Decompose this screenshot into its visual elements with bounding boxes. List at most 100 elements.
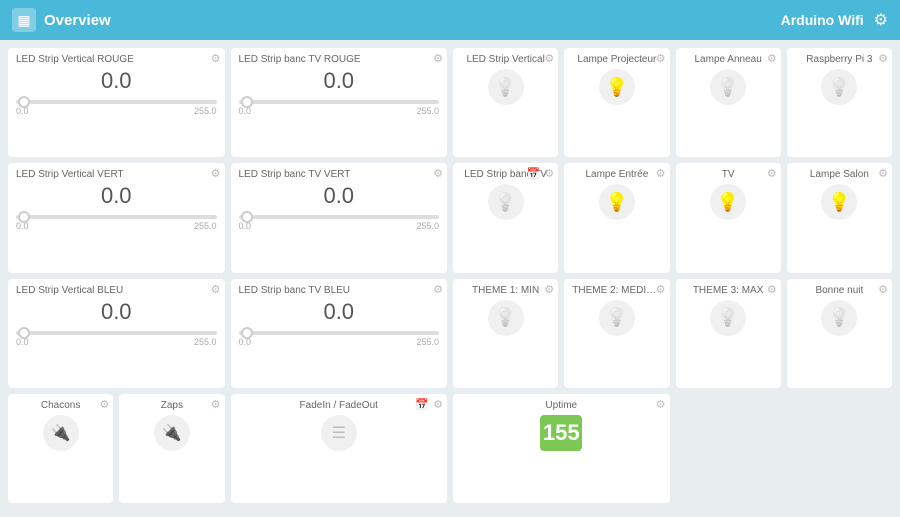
card-led-rouge: ⚙ LED Strip Vertical ROUGE 0.0 0.0 255.0 bbox=[8, 48, 225, 157]
lamp-button[interactable]: 💡 bbox=[599, 184, 635, 220]
card-led-banc-tv: 📅 ⚙ LED Strip banc TV 💡 bbox=[453, 163, 558, 272]
zaps-button[interactable]: 🔌 bbox=[154, 415, 190, 451]
gear-icon[interactable]: ⚙ bbox=[767, 167, 777, 180]
gear-icon[interactable]: ⚙ bbox=[544, 167, 554, 180]
card-led-bleu: ⚙ LED Strip Vertical BLEU 0.0 0.0 255.0 bbox=[8, 279, 225, 388]
lamp-button[interactable]: 💡 bbox=[821, 69, 857, 105]
header-title: Overview bbox=[44, 12, 111, 29]
gear-icon[interactable]: ⚙ bbox=[211, 283, 221, 296]
calendar-icon[interactable]: 📅 bbox=[415, 398, 429, 411]
slider-track[interactable] bbox=[239, 100, 440, 104]
calendar-icon[interactable]: 📅 bbox=[527, 167, 541, 180]
card-zaps: ⚙ Zaps 🔌 bbox=[119, 394, 224, 503]
slider-labels: 0.0 255.0 bbox=[16, 106, 217, 116]
lamp-button[interactable]: 💡 bbox=[821, 184, 857, 220]
gear-icon[interactable]: ⚙ bbox=[433, 167, 443, 180]
bulb-icon: 💡 bbox=[828, 192, 850, 213]
slider-labels: 0.0 255.0 bbox=[16, 337, 217, 347]
slider-max: 255.0 bbox=[194, 106, 217, 116]
main-grid: ⚙ LED Strip Vertical ROUGE 0.0 0.0 255.0… bbox=[0, 40, 900, 517]
card-title: LED Strip banc TV ROUGE bbox=[239, 54, 361, 66]
gear-icon[interactable]: ⚙ bbox=[767, 52, 777, 65]
gear-icon[interactable]: ⚙ bbox=[544, 283, 554, 296]
gear-icon[interactable]: ⚙ bbox=[656, 167, 666, 180]
lamp-button[interactable]: 💡 bbox=[488, 69, 524, 105]
gear-icon[interactable]: ⚙ bbox=[211, 52, 221, 65]
card-title: Uptime bbox=[461, 400, 662, 411]
slider-track[interactable] bbox=[16, 331, 217, 335]
card-tv: ⚙ TV 💡 bbox=[676, 163, 781, 272]
chacons-button[interactable]: 🔌 bbox=[43, 415, 79, 451]
slider-max: 255.0 bbox=[194, 221, 217, 231]
card-chacons: ⚙ Chacons 🔌 bbox=[8, 394, 113, 503]
card-bonne-nuit: ⚙ Bonne nuit 💡 bbox=[787, 279, 892, 388]
slider-thumb[interactable] bbox=[241, 96, 253, 108]
slider-labels: 0.0 255.0 bbox=[239, 337, 440, 347]
lamp-button[interactable]: 💡 bbox=[710, 69, 746, 105]
card-raspi3: ⚙ Raspberry Pi 3 💡 bbox=[787, 48, 892, 157]
gear-icon[interactable]: ⚙ bbox=[878, 167, 888, 180]
lamp-button[interactable]: 💡 bbox=[710, 300, 746, 336]
uptime-value: 155 bbox=[540, 415, 582, 451]
gear-icon[interactable]: ⚙ bbox=[878, 52, 888, 65]
lamp-button[interactable]: 💡 bbox=[599, 69, 635, 105]
gear-icon[interactable]: ⚙ bbox=[656, 283, 666, 296]
card-title: Lampe Projecteur bbox=[572, 54, 661, 65]
lamp-button[interactable]: 💡 bbox=[488, 184, 524, 220]
fadein-button[interactable]: ☰ bbox=[321, 415, 357, 451]
gear-icon[interactable]: ⚙ bbox=[767, 283, 777, 296]
gear-icon[interactable]: ⚙ bbox=[433, 52, 443, 65]
gear-icon[interactable]: ⚙ bbox=[99, 398, 109, 411]
slider-thumb[interactable] bbox=[18, 327, 30, 339]
bulb-icon: 💡 bbox=[717, 307, 739, 328]
card-lampe-anneau: ⚙ Lampe Anneau 💡 bbox=[676, 48, 781, 157]
lamp-button[interactable]: 💡 bbox=[821, 300, 857, 336]
gear-icon[interactable]: ⚙ bbox=[544, 52, 554, 65]
lamp-button[interactable]: 💡 bbox=[599, 300, 635, 336]
gear-icon[interactable]: ⚙ bbox=[433, 398, 443, 411]
card-title: Lampe Entrée bbox=[572, 169, 661, 180]
slider-thumb[interactable] bbox=[241, 211, 253, 223]
bulb-icon: 💡 bbox=[717, 192, 739, 213]
slider-max: 255.0 bbox=[194, 337, 217, 347]
bulb-icon: 💡 bbox=[717, 77, 739, 98]
gear-icon[interactable]: ⚙ bbox=[656, 52, 666, 65]
card-led-banc-rouge: ⚙ LED Strip banc TV ROUGE 0.0 0.0 255.0 bbox=[231, 48, 448, 157]
slider-max: 255.0 bbox=[416, 106, 439, 116]
settings-button[interactable]: ⚙ bbox=[874, 10, 888, 30]
lamp-button[interactable]: 💡 bbox=[710, 184, 746, 220]
lamp-button[interactable]: 💡 bbox=[488, 300, 524, 336]
bulb-icon: 💡 bbox=[606, 307, 628, 328]
slider-value: 0.0 bbox=[239, 183, 440, 209]
slider-thumb[interactable] bbox=[241, 327, 253, 339]
filler-1 bbox=[676, 394, 893, 503]
card-title: LED Strip Vertical ROUGE bbox=[16, 54, 134, 66]
slider-track[interactable] bbox=[239, 215, 440, 219]
card-led-banc-vert: ⚙ LED Strip banc TV VERT 0.0 0.0 255.0 bbox=[231, 163, 448, 272]
slider-track[interactable] bbox=[239, 331, 440, 335]
logo-area: ▦ Overview bbox=[12, 8, 111, 32]
card-lampe-proj: ⚙ Lampe Projecteur 💡 bbox=[564, 48, 669, 157]
slider-track[interactable] bbox=[16, 215, 217, 219]
gear-icon[interactable]: ⚙ bbox=[433, 283, 443, 296]
slider-thumb[interactable] bbox=[18, 96, 30, 108]
card-title: LED Strip Vertical VERT bbox=[16, 169, 124, 181]
gear-icon[interactable]: ⚙ bbox=[878, 283, 888, 296]
slider-value: 0.0 bbox=[239, 68, 440, 94]
gear-icon[interactable]: ⚙ bbox=[211, 398, 221, 411]
bulb-icon: 💡 bbox=[494, 192, 516, 213]
card-title: FadeIn / FadeOut bbox=[239, 400, 440, 411]
slider-value: 0.0 bbox=[16, 183, 217, 209]
slider-track[interactable] bbox=[16, 100, 217, 104]
slider-value: 0.0 bbox=[239, 299, 440, 325]
card-title: THEME 1: MIN bbox=[461, 285, 550, 296]
gear-icon[interactable]: ⚙ bbox=[211, 167, 221, 180]
card-led-strip-v: ⚙ LED Strip Vertical 💡 bbox=[453, 48, 558, 157]
bulb-icon: 💡 bbox=[828, 77, 850, 98]
slider-value: 0.0 bbox=[16, 299, 217, 325]
card-title: LED Strip banc TV BLEU bbox=[239, 285, 351, 297]
card-title: THEME 3: MAX bbox=[684, 285, 773, 296]
card-title: THEME 2: MEDIU... bbox=[572, 285, 661, 296]
bulb-icon: 💡 bbox=[494, 77, 516, 98]
gear-icon[interactable]: ⚙ bbox=[656, 398, 666, 411]
